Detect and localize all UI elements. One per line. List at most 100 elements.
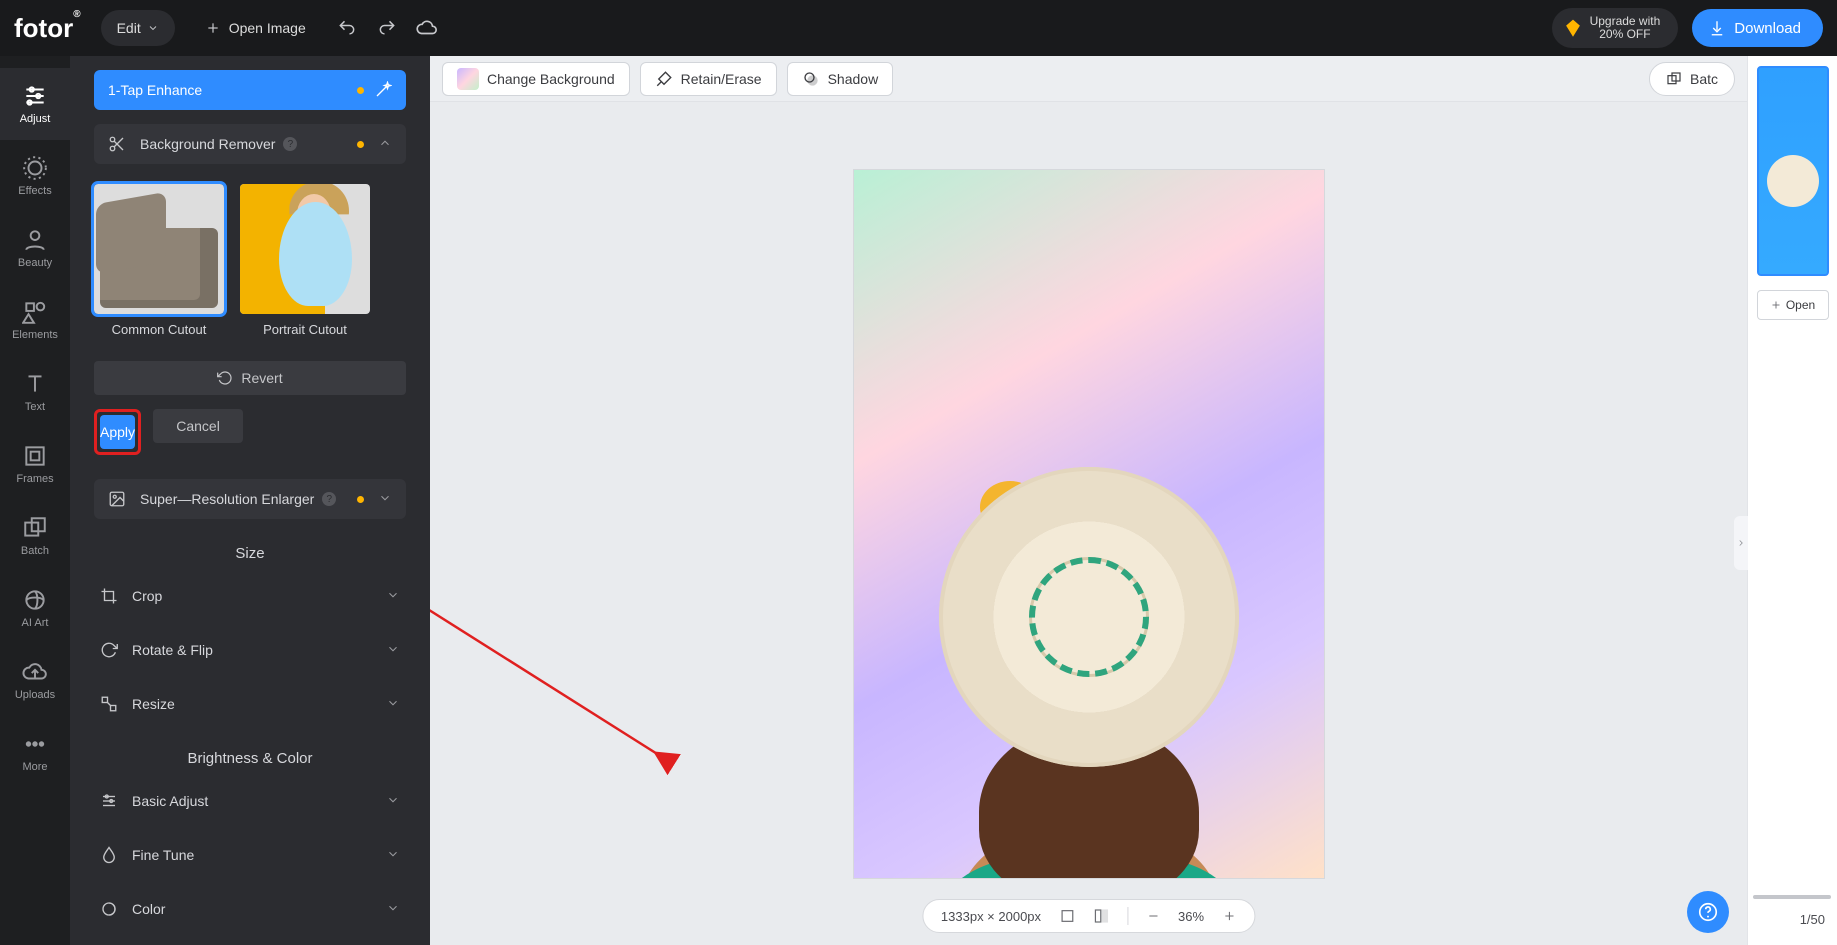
- common-cutout-thumb: [94, 184, 224, 314]
- nav-elements-label: Elements: [12, 329, 58, 341]
- nav-adjust-label: Adjust: [20, 113, 51, 125]
- cancel-button[interactable]: Cancel: [153, 409, 243, 443]
- redo-button[interactable]: [376, 17, 398, 39]
- rotate-flip-row[interactable]: Rotate & Flip: [94, 630, 406, 670]
- portrait-cutout-option[interactable]: Portrait Cutout: [240, 184, 370, 337]
- section-brightness-title: Brightness & Color: [94, 750, 406, 767]
- download-button[interactable]: Download: [1692, 9, 1823, 47]
- brush-icon: [655, 70, 673, 88]
- canvas-image[interactable]: [853, 169, 1325, 879]
- download-icon: [1708, 19, 1726, 37]
- beauty-icon: [22, 227, 48, 253]
- crop-row[interactable]: Crop: [94, 576, 406, 616]
- help-icon: [1697, 901, 1719, 923]
- apply-button[interactable]: Apply: [100, 415, 135, 449]
- retain-erase-label: Retain/Erase: [681, 71, 762, 87]
- nav-beauty[interactable]: Beauty: [0, 212, 70, 284]
- image-icon: [108, 489, 128, 509]
- chevron-up-icon: [378, 136, 392, 153]
- background-remover-row[interactable]: Background Remover ?: [94, 124, 406, 164]
- diamond-icon: [1564, 19, 1582, 37]
- one-tap-enhance-button[interactable]: 1-Tap Enhance: [94, 70, 406, 110]
- nav-elements[interactable]: Elements: [0, 284, 70, 356]
- nav-frames[interactable]: Frames: [0, 428, 70, 500]
- shadow-icon: [802, 70, 820, 88]
- nav-text[interactable]: Text: [0, 356, 70, 428]
- right-strip-collapse-handle[interactable]: [1734, 516, 1748, 570]
- left-nav: Adjust Effects Beauty Elements Text Fram…: [0, 56, 70, 945]
- edit-menu[interactable]: Edit: [101, 10, 175, 46]
- thumbnail-selected[interactable]: [1757, 66, 1829, 276]
- fine-tune-row[interactable]: Fine Tune: [94, 835, 406, 875]
- undo-button[interactable]: [336, 17, 358, 39]
- crop-icon: [100, 586, 120, 606]
- nav-uploads-label: Uploads: [15, 689, 55, 701]
- resize-row[interactable]: Resize: [94, 684, 406, 724]
- common-cutout-option[interactable]: Common Cutout: [94, 184, 224, 337]
- status-bar: 1333px × 2000px 36%: [922, 899, 1255, 933]
- section-size-title: Size: [94, 545, 406, 562]
- super-resolution-row[interactable]: Super—Resolution Enlarger ?: [94, 479, 406, 519]
- thumbnail-scrollbar[interactable]: [1753, 895, 1831, 899]
- nav-more[interactable]: More: [0, 716, 70, 788]
- change-background-button[interactable]: Change Background: [442, 62, 630, 96]
- upgrade-line2: 20% OFF: [1590, 28, 1661, 41]
- chevron-down-icon: [386, 847, 400, 864]
- color-label: Color: [132, 901, 165, 917]
- open-image-button[interactable]: Open Image: [189, 10, 322, 46]
- help-icon[interactable]: ?: [322, 492, 336, 506]
- uploads-icon: [22, 659, 48, 685]
- nav-uploads[interactable]: Uploads: [0, 644, 70, 716]
- compare-icon[interactable]: [1093, 908, 1109, 924]
- chevron-down-icon: [386, 793, 400, 810]
- top-bar: fotor® Edit Open Image Upgrade with 20% …: [0, 0, 1837, 56]
- fit-icon[interactable]: [1059, 908, 1075, 924]
- nav-more-label: More: [22, 761, 47, 773]
- crop-label: Crop: [132, 588, 162, 604]
- color-icon: [100, 899, 120, 919]
- cloud-sync-button[interactable]: [416, 17, 438, 39]
- batch-icon: [1666, 71, 1682, 87]
- apply-highlight-annotation: Apply: [94, 409, 141, 455]
- change-bg-label: Change Background: [487, 71, 615, 87]
- open-label: Open: [1786, 298, 1815, 312]
- bg-remover-label: Background Remover: [140, 136, 275, 152]
- upgrade-button[interactable]: Upgrade with 20% OFF: [1552, 8, 1679, 48]
- image-dimensions: 1333px × 2000px: [941, 909, 1041, 924]
- nav-text-label: Text: [25, 401, 45, 413]
- cancel-label: Cancel: [176, 418, 220, 434]
- frames-icon: [22, 443, 48, 469]
- adjust-panel: 1-Tap Enhance Background Remover ?: [70, 56, 430, 945]
- chevron-down-icon: [386, 588, 400, 605]
- nav-beauty-label: Beauty: [18, 257, 52, 269]
- brand-text: fotor: [14, 13, 73, 43]
- chevron-down-icon: [386, 696, 400, 713]
- shadow-label: Shadow: [828, 71, 879, 87]
- premium-dot-icon: [357, 87, 364, 94]
- page-count: 1/50: [1800, 912, 1825, 927]
- right-thumbnail-strip: Open 1/50: [1747, 56, 1837, 945]
- zoom-out-button[interactable]: [1146, 909, 1160, 923]
- canvas-area: Change Background Retain/Erase Shadow Ba…: [430, 56, 1747, 945]
- nav-frames-label: Frames: [16, 473, 53, 485]
- plus-icon: [1770, 299, 1782, 311]
- help-icon[interactable]: ?: [283, 137, 297, 151]
- basic-adjust-row[interactable]: Basic Adjust: [94, 781, 406, 821]
- nav-effects[interactable]: Effects: [0, 140, 70, 212]
- retain-erase-button[interactable]: Retain/Erase: [640, 62, 777, 96]
- color-row[interactable]: Color: [94, 889, 406, 929]
- elements-icon: [22, 299, 48, 325]
- nav-aiart[interactable]: AI Art: [0, 572, 70, 644]
- batch-pill-button[interactable]: Batc: [1649, 62, 1735, 96]
- super-res-label: Super—Resolution Enlarger: [140, 491, 314, 507]
- revert-button[interactable]: Revert: [94, 361, 406, 395]
- nav-adjust[interactable]: Adjust: [0, 68, 70, 140]
- nav-batch[interactable]: Batch: [0, 500, 70, 572]
- help-fab[interactable]: [1687, 891, 1729, 933]
- premium-dot-icon: [357, 141, 364, 148]
- open-thumbnail-button[interactable]: Open: [1757, 290, 1829, 320]
- scissors-icon: [108, 134, 128, 154]
- shadow-button[interactable]: Shadow: [787, 62, 894, 96]
- zoom-value: 36%: [1178, 909, 1204, 924]
- zoom-in-button[interactable]: [1222, 909, 1236, 923]
